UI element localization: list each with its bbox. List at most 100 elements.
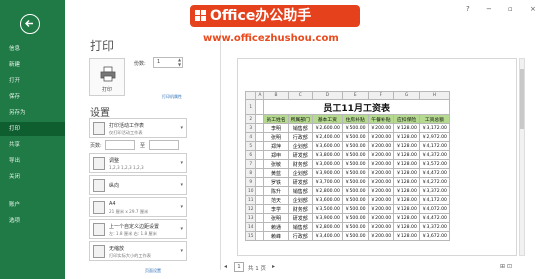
minimize-icon[interactable]: − [486,5,492,13]
table-row: 6 郑申 研发部 ￥3,800.00 ￥500.00 ￥200.00 ￥128.00 ￥4,3… [244,150,450,160]
printer-properties-link[interactable]: 打印机属性 [162,94,182,100]
paper-size-icon [93,201,105,214]
nav-item-share[interactable]: 共享 [0,138,65,152]
setting-label: 上一个自定义边距设置 [109,224,160,230]
table-cell: ￥500.00 [341,231,369,241]
paper-size-dropdown[interactable]: A4 21 厘米 x 29.7 厘米 ▾ [89,197,187,217]
scrollbar-thumb[interactable] [520,69,524,129]
nav-item-new[interactable]: 新建 [0,58,65,72]
print-button[interactable]: 打印 [89,58,125,96]
show-margins-icon[interactable]: ⊞ [500,263,505,270]
orientation-dropdown[interactable]: 纵向 ▾ [89,175,187,195]
collate-icon [93,157,105,170]
scaling-icon [93,245,105,258]
collate-dropdown[interactable]: 调整 1,2,3 1,2,3 1,2,3 ▾ [89,153,187,173]
empty-cell [255,186,265,196]
table-cell: ￥500.00 [341,213,369,223]
table-row: 10 陈升 销售部 ￥2,800.00 ￥500.00 ￥200.00 ￥128.00 ￥3,… [244,186,450,196]
row-number: 2 [244,114,257,124]
table-cell: ￥200.00 [367,177,395,187]
nav-item-info[interactable]: 信息 [0,42,65,56]
nav-item-options[interactable]: 选项 [0,214,65,228]
chevron-down-icon: ▾ [180,226,183,232]
table-cell: ￥3,900.00 [311,213,343,223]
table-cell: ￥3,900.00 [311,168,343,178]
table-cell: ￥4,072.00 [418,204,450,214]
table-cell: 罗铁 [263,177,289,187]
table-cell: ￥2,800.00 [311,186,343,196]
pages-from-input[interactable] [105,140,135,150]
nav-item-account[interactable]: 账户 [0,198,65,212]
scaling-dropdown[interactable]: 无缩放 打印实际大小的工作表 ▾ [89,241,187,261]
pages-range: 页数: 至 [89,139,187,151]
table-cell: ￥3,600.00 [311,195,343,205]
margins-dropdown[interactable]: 上一个自定义边距设置 左: 1.8 厘米 右: 1.8 厘米 ▾ [89,219,187,239]
table-cell: ￥128.00 [393,132,420,142]
table-cell: ￥500.00 [341,222,369,232]
prev-page-icon[interactable]: ◂ [224,263,227,270]
row-number: 13 [244,213,257,223]
table-cell: ￥2,400.00 [311,132,343,142]
chevron-down-icon: ▾ [180,248,183,254]
table-cell: 企划部 [287,195,313,205]
sheet-icon [93,122,105,135]
table-row: 5 郑萍 企划部 ￥3,600.00 ￥500.00 ￥200.00 ￥128.00 ￥4,1… [244,141,450,151]
preview-scrollbar[interactable] [519,58,525,256]
table-cell: ￥3,372.00 [418,222,450,232]
table-cell: ￥128.00 [393,168,420,178]
table-cell: 财务部 [287,159,313,169]
setting-label: 纵向 [109,183,120,189]
nav-item-print[interactable]: 打印 [0,122,65,136]
table-cell: ￥3,500.00 [311,204,343,214]
page-setup-link[interactable]: 页面设置 [145,268,161,274]
watermark-logo-text: Office办公助手 [210,8,312,24]
pages-to-input[interactable] [149,140,179,150]
column-header: F [367,91,395,100]
backstage-nav: 信息 新建 打开 保存 另存为 打印 共享 导出 关闭 账户 选项 [0,0,65,279]
current-page-input[interactable]: 1 [234,262,244,272]
table-cell: ￥3,372.00 [418,186,450,196]
column-header: D [311,91,343,100]
column-title: 员工姓名 [263,114,289,124]
table-header-row: 2 员工姓名 所属部门 基本工资 住房补贴 午餐补贴 应扣保险 工资总额 [244,114,450,124]
window-controls: ? − ▫ × [458,0,550,22]
print-what-dropdown[interactable]: 打印活动工作表 仅打印活动工作表 ▾ [89,118,187,138]
table-cell: ￥4,472.00 [418,213,450,223]
nav-item-save[interactable]: 保存 [0,90,65,104]
table-cell: ￥2,972.00 [418,132,450,142]
table-cell: ￥2,800.00 [311,222,343,232]
copies-stepper[interactable]: ▲ ▼ [176,57,183,68]
help-icon[interactable]: ? [466,5,470,13]
table-row: 14 赖通 销售部 ￥2,800.00 ￥500.00 ￥200.00 ￥128.00 ￥3,… [244,222,450,232]
table-row: 7 张敏 财务部 ￥3,000.00 ￥500.00 ￥200.00 ￥128.00 ￥3,5… [244,159,450,169]
zoom-to-page-icon[interactable]: ⊡ [507,263,512,270]
setting-label: 调整 [109,158,120,164]
empty-cell [255,168,265,178]
restore-icon[interactable]: ▫ [508,5,513,13]
table-cell: ￥4,472.00 [418,168,450,178]
empty-cell [255,231,265,241]
empty-cell [255,141,265,151]
column-title: 应扣保险 [393,114,420,124]
total-pages: 共 1 页 [248,266,266,272]
table-cell: ￥500.00 [341,168,369,178]
table-row: 4 张明 行政部 ￥2,400.00 ￥500.00 ￥200.00 ￥128.00 ￥2,9… [244,132,450,142]
table-cell: ￥500.00 [341,150,369,160]
column-header: B [263,91,289,100]
next-page-icon[interactable]: ▸ [272,263,275,270]
back-button[interactable] [20,14,40,34]
close-icon[interactable]: × [530,5,536,13]
table-cell: 财务部 [287,204,313,214]
nav-item-close[interactable]: 关闭 [0,170,65,184]
table-cell: ￥500.00 [341,141,369,151]
setting-sublabel: 左: 1.8 厘米 右: 1.8 厘米 [109,231,157,236]
margins-icon [93,223,105,236]
nav-item-open[interactable]: 打开 [0,74,65,88]
nav-item-export[interactable]: 导出 [0,154,65,168]
nav-item-save-as[interactable]: 另存为 [0,106,65,120]
table-cell: ￥200.00 [367,231,395,241]
row-number: 3 [244,123,257,133]
office-logo-icon [195,10,206,21]
table-cell: ￥200.00 [367,150,395,160]
table-cell: 销售部 [287,123,313,133]
